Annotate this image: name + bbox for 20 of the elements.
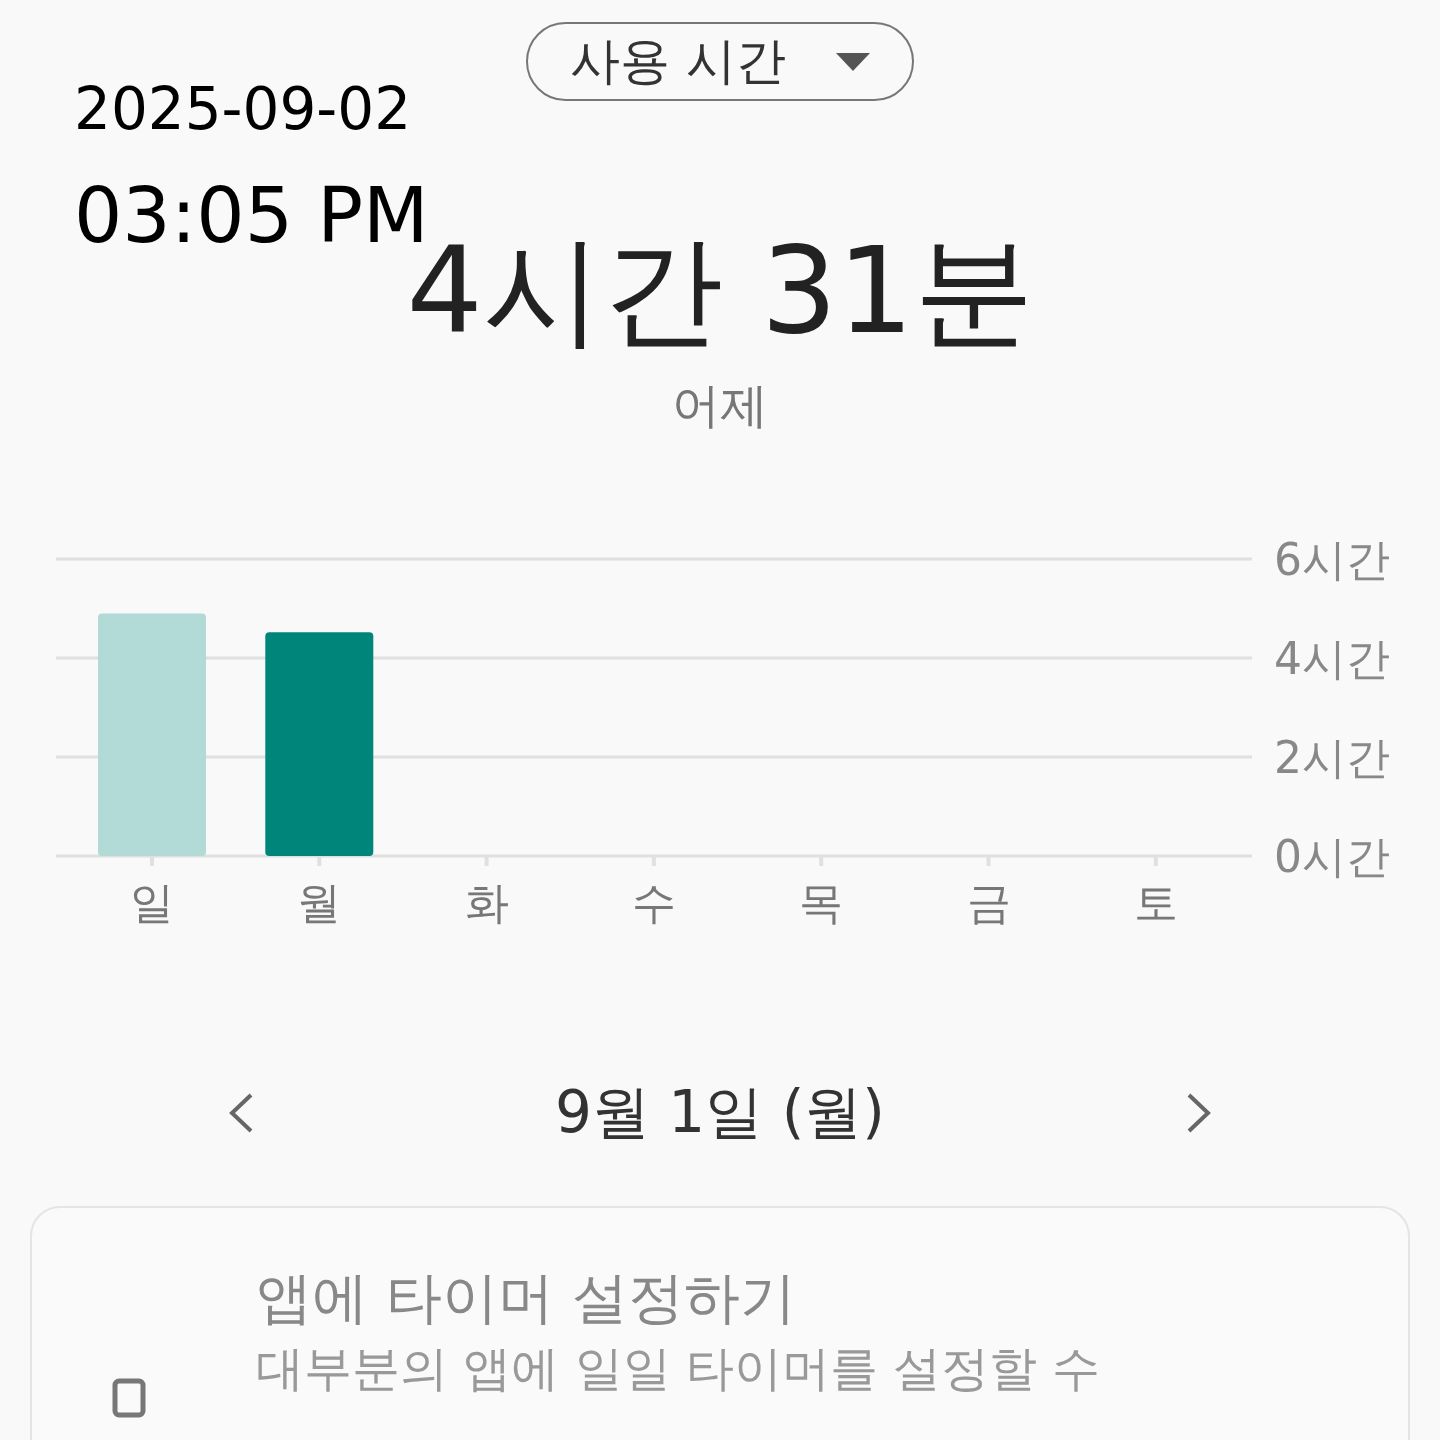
day-label: 토	[1133, 877, 1178, 928]
card-description: 대부분의 앱에 일일 타이머를 설정할 수	[256, 1344, 1101, 1392]
y-tick-label: 6시간	[1274, 539, 1390, 585]
day-label: 일	[130, 877, 174, 928]
day-label: 수	[631, 877, 676, 928]
day-label: 화	[464, 877, 509, 928]
y-tick-label: 2시간	[1274, 732, 1390, 783]
chevron-right-icon	[1186, 1091, 1212, 1134]
card-title: 앱에 타이머 설정하기	[256, 1270, 797, 1326]
chevron-left-icon	[228, 1091, 254, 1134]
period-caption: 어제	[672, 381, 768, 429]
day-label: 금	[966, 877, 1011, 928]
selected-date: 9월 1일 (월)	[555, 1077, 885, 1148]
caret-icon	[835, 52, 870, 71]
metric-dropdown[interactable]: 사용 시간	[526, 22, 914, 101]
day-label: 목	[799, 877, 844, 928]
day-label: 월	[297, 877, 342, 928]
stamp-date: 2025-09-02	[74, 80, 413, 138]
y-tick-label: 4시간	[1274, 633, 1390, 684]
y-tick-label: 0시간	[1274, 831, 1390, 882]
